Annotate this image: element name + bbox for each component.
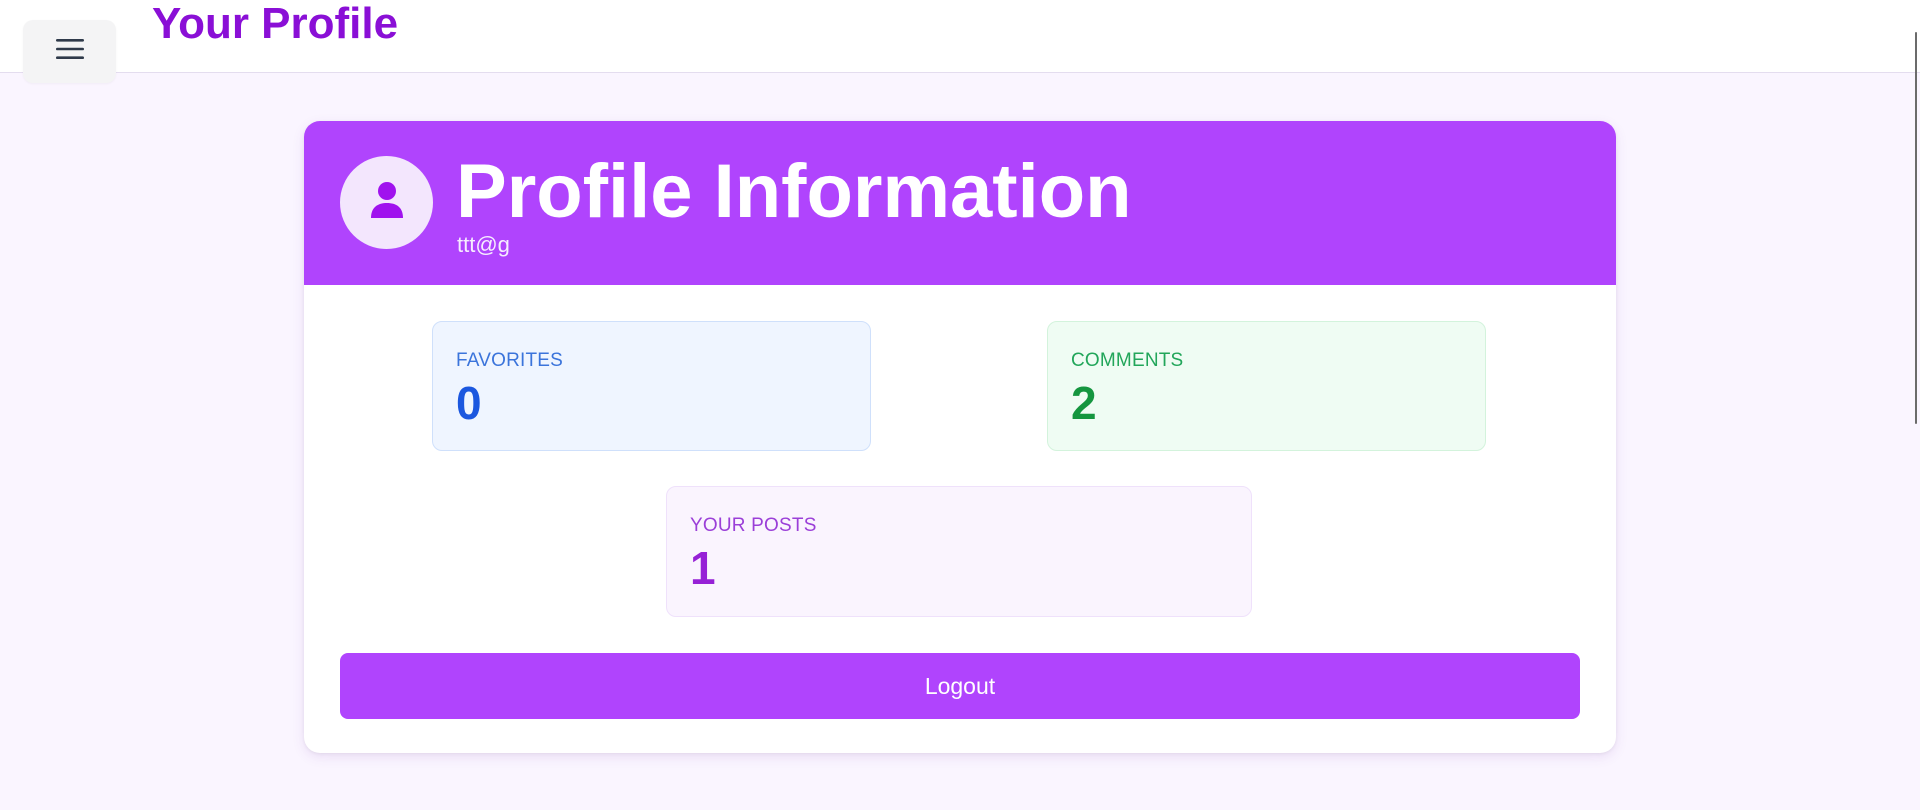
favorites-count: 0 bbox=[456, 377, 482, 429]
posts-stat-card: YOUR POSTS 1 bbox=[666, 486, 1252, 617]
profile-card: Profile Information ttt@g FAVORITES 0 CO… bbox=[304, 121, 1616, 753]
favorites-stat-card: FAVORITES 0 bbox=[432, 321, 871, 451]
scrollbar[interactable] bbox=[1912, 0, 1920, 810]
menu-button[interactable] bbox=[23, 20, 116, 83]
comments-count: 2 bbox=[1071, 377, 1097, 429]
logout-button[interactable]: Logout bbox=[340, 653, 1580, 719]
profile-email: ttt@g bbox=[457, 232, 510, 257]
profile-title: Profile Information bbox=[456, 149, 1132, 234]
posts-label: YOUR POSTS bbox=[690, 515, 817, 536]
user-icon bbox=[370, 181, 404, 224]
favorites-label: FAVORITES bbox=[456, 350, 564, 371]
top-navigation-bar: Your Profile bbox=[0, 0, 1920, 83]
profile-card-header: Profile Information ttt@g bbox=[304, 121, 1616, 285]
scrollbar-thumb[interactable] bbox=[1915, 32, 1917, 424]
posts-count: 1 bbox=[690, 542, 716, 594]
comments-label: COMMENTS bbox=[1071, 350, 1184, 371]
comments-stat-card: COMMENTS 2 bbox=[1047, 321, 1486, 451]
page-title: Your Profile bbox=[152, 0, 399, 48]
hamburger-menu-icon bbox=[55, 37, 85, 66]
avatar bbox=[340, 156, 433, 249]
